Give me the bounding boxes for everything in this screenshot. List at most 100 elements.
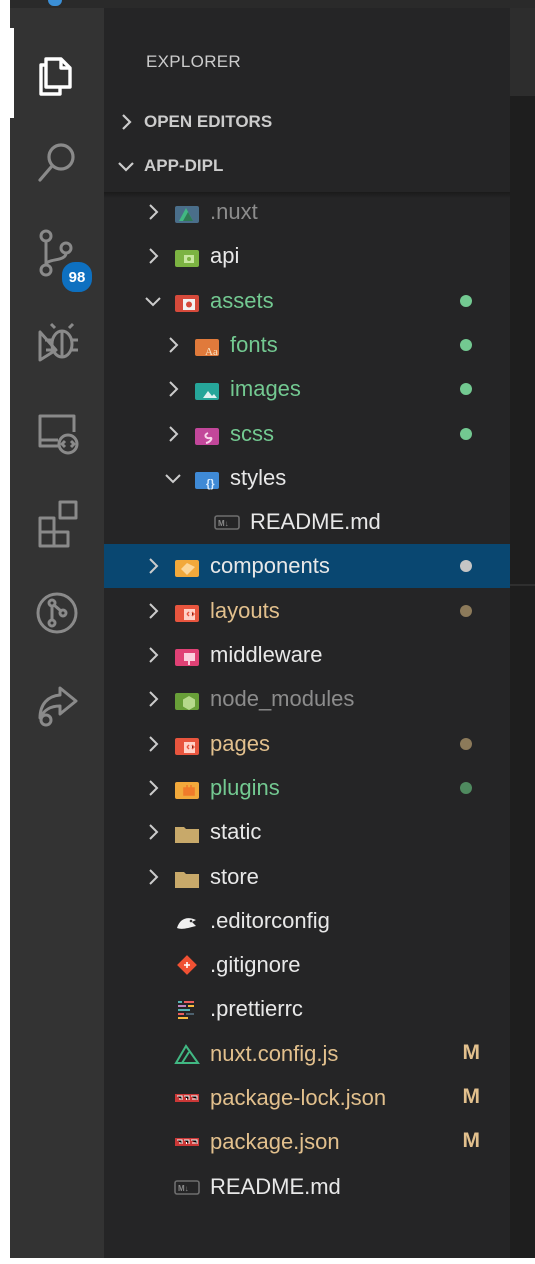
editor-divider bbox=[510, 584, 535, 586]
svg-text:M↓: M↓ bbox=[218, 519, 229, 528]
bottom-margin bbox=[0, 1258, 535, 1264]
tree-item-store[interactable]: store bbox=[104, 855, 510, 899]
chevron-spacer bbox=[144, 912, 162, 930]
tree-item-label: layouts bbox=[210, 597, 280, 623]
git-status-badge: M bbox=[462, 1085, 481, 1108]
live-share-icon bbox=[38, 686, 78, 727]
live-share-button[interactable] bbox=[10, 658, 104, 748]
chevron-down-icon bbox=[118, 162, 134, 172]
tree-item-plugins[interactable]: plugins bbox=[104, 766, 510, 810]
explorer-button[interactable] bbox=[10, 28, 104, 118]
search-button[interactable] bbox=[10, 118, 104, 208]
git-status-badge: M bbox=[462, 1040, 481, 1064]
chevron-right-icon[interactable] bbox=[144, 203, 162, 221]
tree-item-label: pages bbox=[210, 730, 270, 756]
source-control-badge: 98 bbox=[60, 260, 94, 294]
tree-item-fonts[interactable]: Aa fonts bbox=[104, 323, 510, 367]
git-graph-button[interactable] bbox=[10, 568, 104, 658]
tree-item-package-lock-json[interactable]: package-lock.json M bbox=[104, 1076, 510, 1120]
modified-indicator-dot bbox=[460, 781, 472, 794]
tree-item-package-json[interactable]: package.json M bbox=[104, 1120, 510, 1164]
chevron-down-icon[interactable] bbox=[164, 469, 182, 487]
tree-item-dot-nuxt[interactable]: .nuxt bbox=[104, 190, 510, 234]
chevron-right-icon[interactable] bbox=[144, 868, 162, 886]
app-logo-icon bbox=[48, 0, 62, 6]
tree-item-scss[interactable]: scss bbox=[104, 412, 510, 456]
modified-indicator-dot bbox=[460, 427, 472, 440]
chevron-down-icon[interactable] bbox=[144, 292, 162, 310]
section-open-editors[interactable]: OPEN EDITORS bbox=[104, 102, 510, 142]
plugins-folder-icon bbox=[175, 781, 199, 799]
chevron-spacer bbox=[144, 1089, 162, 1107]
chevron-spacer bbox=[144, 1133, 162, 1151]
fonts-folder-icon: Aa bbox=[195, 338, 219, 358]
chevron-right-icon[interactable] bbox=[144, 646, 162, 664]
tree-item-readme-md[interactable]: M↓ README.md bbox=[104, 1165, 510, 1209]
git-graph-icon bbox=[36, 592, 78, 634]
tree-item-assets[interactable]: assets bbox=[104, 279, 510, 323]
left-margin bbox=[0, 0, 10, 1264]
markdown-icon: M↓ bbox=[174, 1179, 200, 1195]
layouts-folder-icon bbox=[175, 604, 199, 622]
tree-item-pages[interactable]: pages bbox=[104, 722, 510, 766]
tree-item-label: fonts bbox=[230, 331, 278, 357]
modified-indicator-dot bbox=[460, 338, 472, 351]
nuxt-folder-icon bbox=[175, 206, 199, 223]
tree-item-nuxt-config-js[interactable]: nuxt.config.js M bbox=[104, 1032, 510, 1076]
tree-item-label: store bbox=[210, 863, 259, 889]
tree-item-layouts[interactable]: layouts bbox=[104, 589, 510, 633]
tree-item-dot-editorconfig[interactable]: .editorconfig bbox=[104, 899, 510, 943]
chevron-right-icon[interactable] bbox=[164, 425, 182, 443]
tree-item-static[interactable]: static bbox=[104, 810, 510, 854]
chevron-right-icon[interactable] bbox=[164, 380, 182, 398]
tree-item-node-modules[interactable]: node_modules bbox=[104, 677, 510, 721]
tree-item-dot-gitignore[interactable]: .gitignore bbox=[104, 943, 510, 987]
tree-item-api[interactable]: api bbox=[104, 234, 510, 278]
files-icon bbox=[39, 57, 72, 96]
prettier-icon bbox=[178, 1001, 194, 1020]
chevron-right-icon[interactable] bbox=[144, 247, 162, 265]
extensions-button[interactable] bbox=[10, 478, 104, 568]
api-folder-icon bbox=[175, 250, 199, 268]
chevron-right-icon[interactable] bbox=[164, 336, 182, 354]
tree-item-components[interactable]: components bbox=[104, 544, 510, 589]
remote-explorer-icon bbox=[38, 414, 79, 455]
tree-item-label: plugins bbox=[210, 774, 280, 800]
chevron-right-icon[interactable] bbox=[144, 823, 162, 841]
markdown-icon: M↓ bbox=[214, 515, 240, 530]
chevron-right-icon bbox=[122, 114, 132, 130]
svg-text:{}: {} bbox=[206, 478, 215, 490]
tree-item-label: api bbox=[210, 243, 240, 269]
section-project[interactable]: APP-DIPL bbox=[104, 146, 510, 186]
tree-item-middleware[interactable]: middleware bbox=[104, 633, 510, 677]
chevron-spacer bbox=[184, 513, 202, 531]
tree-item-dot-prettierrc[interactable]: .prettierrc bbox=[104, 987, 510, 1031]
tree-item-images[interactable]: images bbox=[104, 367, 510, 411]
remote-explorer-button[interactable] bbox=[10, 388, 104, 478]
activity-bar: 98 bbox=[10, 8, 104, 1264]
run-debug-button[interactable] bbox=[10, 298, 104, 388]
explorer-sidebar: EXPLORER OPEN EDITORS APP-DIPL .nuxt api a… bbox=[104, 8, 510, 1264]
tree-item-label: components bbox=[210, 553, 330, 579]
editorconfig-icon bbox=[177, 917, 196, 929]
tree-item-label: .prettierrc bbox=[210, 996, 303, 1022]
tree-item-label: styles bbox=[230, 464, 287, 490]
chevron-right-icon[interactable] bbox=[144, 602, 162, 620]
chevron-right-icon[interactable] bbox=[144, 735, 162, 753]
title-bar-edge bbox=[10, 0, 535, 8]
svg-text:Aa: Aa bbox=[205, 346, 218, 358]
editor-tab-bar bbox=[510, 8, 535, 96]
tree-item-styles[interactable]: {} styles bbox=[104, 456, 510, 500]
tree-item-label: images bbox=[230, 376, 301, 402]
chevron-right-icon[interactable] bbox=[144, 557, 162, 575]
chevron-right-icon[interactable] bbox=[144, 690, 162, 708]
tree-item-readme-md[interactable]: M↓ README.md bbox=[104, 500, 510, 544]
source-control-button[interactable]: 98 bbox=[10, 208, 104, 298]
components-folder-icon bbox=[175, 560, 199, 578]
debug-icon bbox=[38, 322, 78, 362]
vscode-window: 98 EXPLORER OPEN EDITORS APP-DIPL .nuxt … bbox=[0, 0, 535, 1264]
npm-icon bbox=[175, 1094, 199, 1102]
chevron-spacer bbox=[144, 956, 162, 974]
chevron-spacer bbox=[144, 1045, 162, 1063]
chevron-right-icon[interactable] bbox=[144, 779, 162, 797]
